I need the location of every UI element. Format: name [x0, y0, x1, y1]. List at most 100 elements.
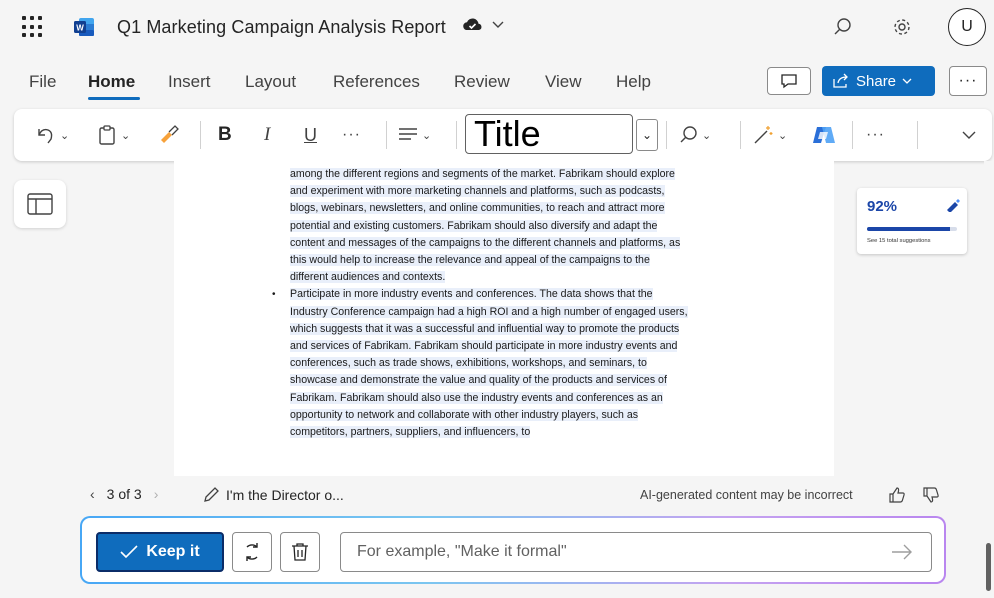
document-line: potential and existing customers. Fabrik… — [290, 218, 762, 235]
undo-button[interactable]: ⌄ — [36, 121, 69, 149]
more-toolbar-options-button[interactable]: ··· — [866, 121, 885, 149]
paragraph-align-button[interactable]: ⌄ — [398, 121, 431, 149]
navigation-pane-button[interactable] — [14, 180, 66, 228]
search-icon[interactable] — [828, 12, 858, 42]
copilot-prompt-input[interactable]: For example, "Make it formal" — [340, 532, 932, 572]
document-line-text: among the different regions and segments… — [290, 168, 675, 180]
regenerate-icon — [246, 543, 258, 561]
cloud-saved-icon — [463, 18, 482, 30]
document-line-text: potential and existing customers. Fabrik… — [290, 219, 658, 232]
underline-button[interactable]: U — [304, 121, 317, 149]
tab-help[interactable]: Help — [616, 72, 651, 92]
share-button[interactable]: Share — [822, 66, 935, 96]
copilot-action-bar-inner: Keep it For example, "Make it formal" — [82, 518, 944, 582]
editor-score-bar — [867, 227, 957, 231]
prompt-preview-text: I'm the Director o... — [226, 487, 344, 503]
bullet-line-text: which suggests that it was a successful … — [290, 322, 680, 335]
document-body[interactable]: among the different regions and segments… — [272, 166, 762, 441]
bullet-line-text: Fabrikam. Fabrikam should also use the i… — [290, 391, 663, 404]
regenerate-button[interactable] — [232, 532, 272, 572]
italic-button[interactable]: I — [264, 121, 270, 149]
copilot-meta-row: ‹ 3 of 3 › I'm the Director o... AI-gene… — [80, 476, 946, 514]
chevron-down-icon — [962, 131, 976, 139]
format-painter-icon — [161, 125, 179, 143]
search-icon — [680, 126, 697, 143]
settings-gear-icon[interactable] — [887, 12, 917, 42]
copilot-pager: ‹ 3 of 3 › — [90, 486, 158, 502]
edit-pencil-icon — [204, 487, 219, 502]
thumbs-up-icon — [889, 487, 905, 503]
tab-layout[interactable]: Layout — [245, 72, 296, 92]
bullet-line-text: conferences, such as trade shows, exhibi… — [290, 357, 647, 370]
document-title[interactable]: Q1 Marketing Campaign Analysis Report — [117, 17, 446, 38]
document-line: content and messages of the campaigns to… — [290, 235, 762, 252]
editor-suggestions-note: See 15 total suggestions — [867, 238, 931, 244]
bold-button[interactable]: B — [218, 121, 232, 149]
editor-score-card[interactable]: 92% See 15 total suggestions — [857, 188, 967, 254]
document-line: this would help to increase the relevanc… — [290, 252, 762, 269]
comment-icon — [781, 74, 797, 89]
app-launcher-icon[interactable] — [22, 16, 44, 38]
find-button[interactable]: ⌄ — [678, 121, 711, 149]
tab-file[interactable]: File — [29, 72, 56, 92]
chevron-down-icon: ⌄ — [121, 129, 131, 142]
clipboard-icon — [99, 125, 115, 145]
document-line-text: this would help to increase the relevanc… — [290, 254, 650, 267]
previous-draft-button[interactable]: ‹ — [90, 486, 95, 502]
format-painter-button[interactable] — [158, 121, 180, 149]
word-logo-icon: W — [74, 18, 94, 36]
undo-icon — [38, 128, 53, 144]
bullet-line: opportunity to network and collaborate w… — [290, 407, 762, 424]
share-icon — [833, 73, 848, 88]
copilot-input-placeholder: For example, "Make it formal" — [357, 543, 567, 560]
tab-references[interactable]: References — [333, 72, 420, 92]
bullet-line: conferences, such as trade shows, exhibi… — [290, 355, 762, 372]
next-draft-button[interactable]: › — [154, 486, 159, 502]
tab-review[interactable]: Review — [454, 72, 510, 92]
editor-score-fill — [867, 227, 950, 231]
document-line-text: blogs, webinars, newsletters, and online… — [290, 202, 665, 215]
vertical-scrollbar-track[interactable] — [984, 161, 994, 598]
bullet-line: competitors, partners, suppliers, and in… — [290, 424, 762, 441]
checkmark-icon — [120, 545, 138, 559]
expand-ribbon-button[interactable] — [962, 121, 976, 149]
send-arrow-icon[interactable] — [891, 544, 913, 560]
style-picker-dropdown[interactable]: ⌄ — [636, 119, 658, 151]
editor-score-value: 92% — [867, 198, 898, 215]
bullet-line-text: competitors, partners, suppliers, and in… — [290, 426, 531, 439]
thumbs-down-icon — [923, 487, 939, 503]
document-line-text: and experiment with more marketing chann… — [290, 185, 665, 198]
copilot-button[interactable] — [811, 121, 837, 149]
document-page[interactable]: among the different regions and segments… — [174, 161, 834, 481]
vertical-scrollbar-thumb[interactable] — [986, 543, 991, 591]
chevron-down-icon: ⌄ — [60, 129, 70, 142]
bullet-line-text: opportunity to network and collaborate w… — [290, 408, 639, 421]
thumbs-down-button[interactable] — [920, 484, 942, 506]
thumbs-up-button[interactable] — [886, 484, 908, 506]
more-font-options-button[interactable]: ··· — [342, 121, 361, 149]
bullet-line: Fabrikam. Fabrikam should also use the i… — [290, 390, 762, 407]
keep-it-button[interactable]: Keep it — [96, 532, 224, 572]
designer-button[interactable]: ⌄ — [752, 121, 787, 149]
tab-home[interactable]: Home — [88, 72, 135, 92]
user-avatar[interactable]: U — [948, 8, 986, 46]
document-line: and experiment with more marketing chann… — [290, 183, 762, 200]
paste-button[interactable]: ⌄ — [97, 121, 130, 149]
keep-it-label: Keep it — [146, 543, 200, 560]
copilot-prompt-preview[interactable]: I'm the Director o... — [202, 486, 344, 504]
bullet-icon: • — [272, 289, 276, 301]
active-tab-indicator — [88, 97, 140, 100]
editor-pen-icon — [947, 199, 960, 212]
bullet-line-text: and services of Fabrikam. Fabrikam shoul… — [290, 340, 678, 353]
discard-button[interactable] — [280, 532, 320, 572]
comments-button[interactable] — [767, 67, 811, 95]
style-picker-input[interactable]: Title — [465, 114, 633, 154]
document-line-text: different audiences and contexts. — [290, 271, 446, 284]
chevron-down-icon — [902, 78, 912, 84]
document-line: different audiences and contexts. — [290, 269, 762, 286]
bullet-line: Industry Conference campaign had a high … — [290, 304, 762, 321]
tab-insert[interactable]: Insert — [168, 72, 211, 92]
tab-view[interactable]: View — [545, 72, 582, 92]
title-extras[interactable] — [462, 16, 504, 34]
more-options-button[interactable]: ··· — [949, 66, 987, 96]
